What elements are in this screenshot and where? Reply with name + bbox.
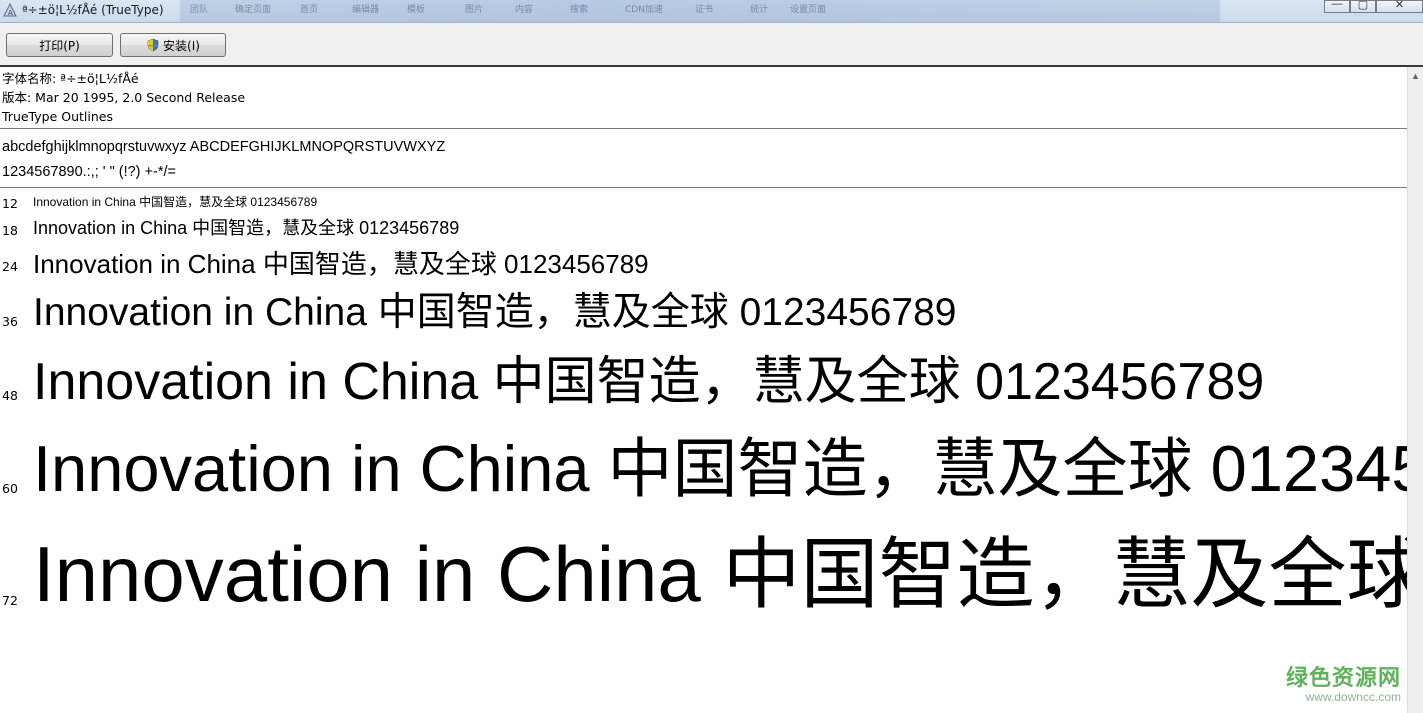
bg-tab: 团队 bbox=[190, 5, 209, 15]
sample-12: Innovation in China 中国智造，慧及全球 0123456789 bbox=[33, 195, 318, 209]
charset-lowercase-uppercase: abcdefghijklmnopqrstuvwxyz ABCDEFGHIJKLM… bbox=[2, 139, 446, 155]
font-outline-type: TrueType Outlines bbox=[2, 109, 113, 124]
title-bar[interactable]: A ª÷±ö¦L½fÅé (TrueType) 团队 确定页面 首页 编辑器 模… bbox=[0, 0, 1423, 23]
charset-digits-symbols: 1234567890.:,; ' " (!?) +-*/= bbox=[2, 164, 176, 180]
size-label: 18 bbox=[2, 223, 18, 238]
bg-tab: 统计 bbox=[750, 5, 769, 15]
sample-48: Innovation in China 中国智造，慧及全球 0123456789 bbox=[33, 353, 1265, 411]
bg-tab: 设置页面 bbox=[790, 5, 827, 15]
uac-shield-icon bbox=[147, 38, 159, 52]
bg-tab: 搜索 bbox=[570, 5, 589, 15]
vertical-scrollbar[interactable]: ▲ bbox=[1407, 67, 1423, 713]
divider bbox=[0, 128, 1408, 129]
close-button[interactable]: ✕ bbox=[1376, 0, 1423, 13]
font-info: 字体名称: ª÷±ö¦L½fÅé 版本: Mar 20 1995, 2.0 Se… bbox=[2, 69, 245, 126]
bg-tab: 编辑器 bbox=[352, 5, 380, 15]
bg-tab: 证书 bbox=[695, 5, 714, 15]
print-button-label: 打印(P) bbox=[39, 38, 80, 53]
window-title: ª÷±ö¦L½fÅé (TrueType) bbox=[22, 3, 164, 17]
watermark-url: www.downcc.com bbox=[1305, 690, 1401, 704]
divider bbox=[0, 187, 1408, 188]
close-icon: ✕ bbox=[1394, 0, 1405, 11]
scroll-up-icon[interactable]: ▲ bbox=[1411, 71, 1420, 81]
size-label: 36 bbox=[2, 314, 18, 329]
print-button[interactable]: 打印(P) bbox=[6, 33, 113, 57]
install-button[interactable]: 安装(I) bbox=[120, 33, 226, 57]
size-label: 12 bbox=[2, 196, 18, 211]
sample-36: Innovation in China 中国智造，慧及全球 0123456789 bbox=[33, 291, 957, 334]
sample-60: Innovation in China 中国智造，慧及全球 0123456789 bbox=[33, 432, 1423, 505]
bg-tab: 模板 bbox=[407, 5, 426, 15]
size-label: 60 bbox=[2, 481, 18, 496]
bg-tab: 图片 bbox=[465, 5, 484, 15]
watermark: 绿色资源网 www.downcc.com bbox=[1286, 660, 1401, 704]
minimize-button[interactable]: — bbox=[1324, 0, 1350, 13]
bg-tab: 内容 bbox=[515, 5, 534, 15]
sample-18: Innovation in China 中国智造，慧及全球 0123456789 bbox=[33, 218, 460, 238]
bg-tab: 首页 bbox=[300, 5, 319, 15]
bg-tab: CDN加速 bbox=[625, 5, 663, 15]
font-viewer-icon: A bbox=[3, 3, 17, 17]
bg-tab: 确定页面 bbox=[235, 5, 272, 15]
install-button-label: 安装(I) bbox=[163, 38, 200, 53]
sample-72: Innovation in China 中国智造，慧及全球 0123456789 bbox=[33, 530, 1423, 618]
size-label: 48 bbox=[2, 388, 18, 403]
sample-24: Innovation in China 中国智造，慧及全球 0123456789 bbox=[33, 249, 649, 279]
watermark-title: 绿色资源网 bbox=[1285, 666, 1401, 691]
svg-text:A: A bbox=[8, 9, 13, 17]
maximize-icon: ▢ bbox=[1357, 0, 1369, 11]
font-name: 字体名称: ª÷±ö¦L½fÅé bbox=[2, 71, 139, 86]
size-label: 72 bbox=[2, 593, 18, 608]
minimize-icon: — bbox=[1331, 0, 1343, 10]
font-version: 版本: Mar 20 1995, 2.0 Second Release bbox=[2, 90, 246, 105]
toolbar: 打印(P) 安装(I) bbox=[0, 23, 1423, 67]
background-window-strip: 团队 确定页面 首页 编辑器 模板 图片 内容 搜索 CDN加速 证书 统计 设… bbox=[180, 0, 1220, 22]
size-label: 24 bbox=[2, 259, 18, 274]
maximize-button[interactable]: ▢ bbox=[1350, 0, 1376, 13]
